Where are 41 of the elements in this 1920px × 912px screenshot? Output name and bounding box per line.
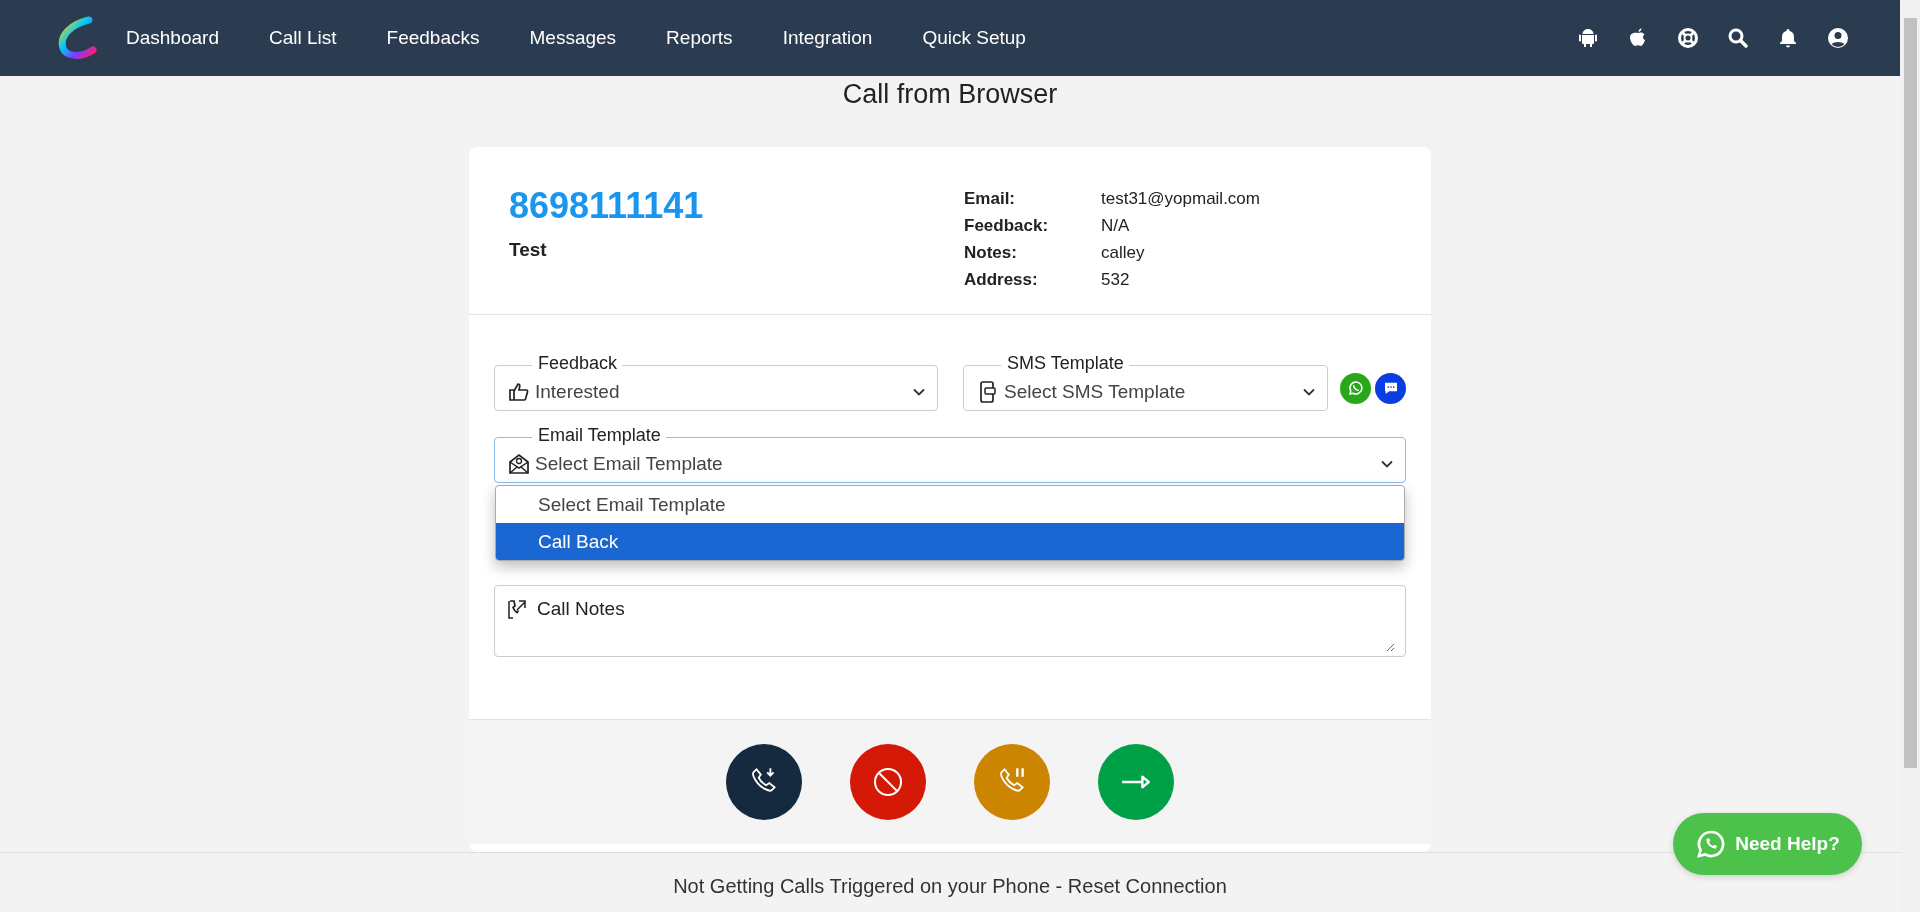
detail-label: Feedback: — [964, 216, 1050, 236]
detail-value: test31@yopmail.com — [1101, 189, 1261, 209]
detail-label: Email: — [964, 189, 1017, 209]
chevron-down-icon — [1303, 388, 1315, 396]
prohibited-icon — [872, 766, 904, 798]
phone-pen-icon — [505, 598, 529, 622]
search-icon[interactable] — [1726, 26, 1750, 50]
thumbs-up-icon — [507, 380, 531, 404]
user-icon[interactable] — [1826, 26, 1850, 50]
select-value: Interested — [535, 381, 621, 403]
lifebuoy-icon[interactable] — [1676, 26, 1700, 50]
page-title: Call from Browser — [842, 78, 1058, 111]
field-label: Email Template — [532, 425, 666, 445]
detail-value: N/A — [1101, 216, 1131, 236]
android-icon[interactable] — [1576, 26, 1600, 50]
whatsapp-button[interactable] — [1340, 372, 1371, 404]
call-notes-field[interactable]: Call Notes — [494, 585, 1406, 657]
nav-link[interactable]: Call List — [268, 27, 337, 49]
whatsapp-icon — [1346, 379, 1365, 397]
select-value: Select Email Template — [535, 453, 724, 475]
dropdown-option[interactable]: Call Back — [496, 523, 1404, 560]
detail-value: calley — [1101, 243, 1146, 263]
select-value: Select SMS Template — [1004, 381, 1187, 403]
chevron-down-icon — [1381, 460, 1393, 468]
phone-number: 8698111141 — [509, 185, 705, 227]
field-label: SMS Template — [1001, 353, 1129, 373]
contact-name: Test — [509, 239, 548, 261]
chevron-down-icon — [913, 388, 925, 396]
detail-label: Notes: — [964, 243, 1018, 263]
nav-link[interactable]: Feedbacks — [386, 27, 480, 49]
detail-label: Address: — [964, 270, 1039, 290]
chat-bubble-icon — [1382, 380, 1399, 396]
detail-value: 532 — [1101, 270, 1131, 290]
nav-link[interactable]: Integration — [782, 27, 873, 49]
nav-link[interactable]: Dashboard — [126, 27, 219, 49]
envelope-icon — [507, 452, 531, 476]
dropdown-option[interactable]: Select Email Template — [496, 486, 1404, 523]
nav-link[interactable]: Reports — [666, 27, 733, 49]
nav-link[interactable]: Messages — [529, 27, 617, 49]
nav-link[interactable]: Quick Setup — [922, 27, 1026, 49]
sms-button[interactable] — [1375, 372, 1406, 404]
